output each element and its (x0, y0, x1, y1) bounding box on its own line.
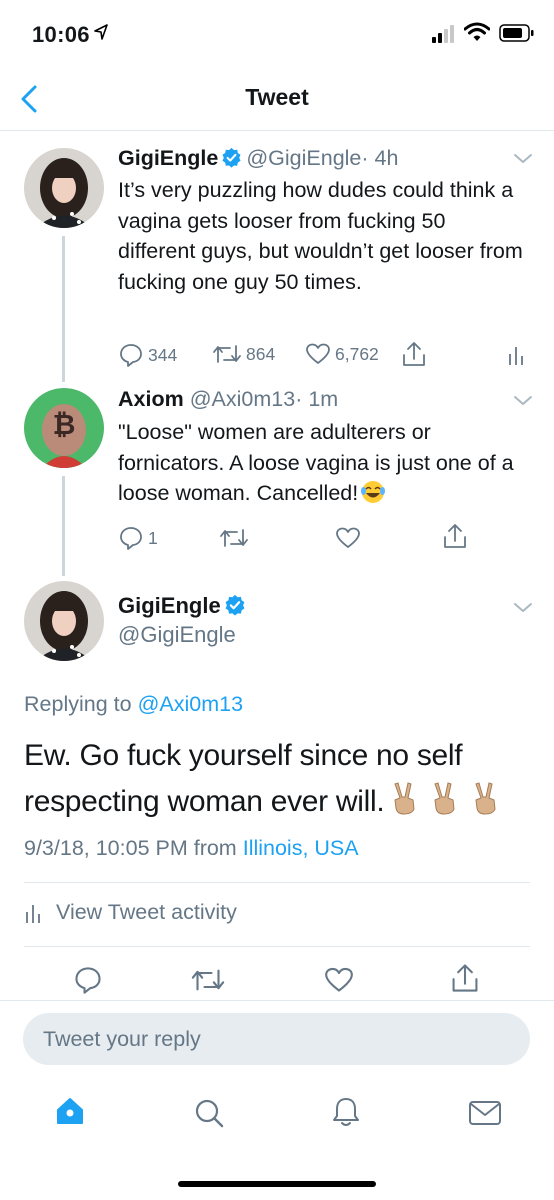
timestamp-text: 9/3/18, 10:05 PM from (24, 836, 237, 860)
notifications-icon[interactable] (331, 1096, 361, 1128)
avatar-photo-icon (24, 581, 104, 661)
retweet-icon[interactable] (219, 526, 249, 550)
verified-badge-icon (225, 594, 245, 616)
home-icon[interactable] (55, 1096, 85, 1126)
location-arrow-icon (94, 24, 108, 40)
nav-divider (0, 130, 554, 131)
wifi-icon (464, 22, 490, 41)
avatar-bitcoin-head-icon: ₿ (24, 388, 104, 468)
divider (24, 882, 530, 883)
tweet-timestamp: 9/3/18, 10:05 PM from Illinois, USA (24, 836, 359, 861)
heart-icon[interactable] (323, 966, 355, 994)
avatar-gigiengle[interactable] (24, 581, 104, 661)
messages-icon[interactable] (468, 1100, 502, 1126)
like-count: 6,762 (335, 343, 379, 364)
reply-count: 1 (148, 527, 158, 548)
main-tweet-text: Ew. Go fuck yourself since no self respe… (24, 733, 534, 825)
tweet-header: GigiEngle @GigiEngle· 4h (118, 146, 398, 171)
victory-hand-emoji-icon (434, 782, 455, 815)
tweet-text: "Loose" women are adulterers or fornicat… (118, 417, 528, 509)
main-author-name: GigiEngle (118, 593, 250, 619)
tears-of-joy-emoji-icon (361, 481, 386, 503)
chevron-down-icon[interactable] (512, 601, 534, 615)
verified-badge-icon (222, 147, 241, 168)
thread-line (62, 476, 65, 576)
reply-button[interactable]: 1 (118, 525, 158, 551)
divider (24, 946, 530, 947)
divider (0, 1000, 554, 1001)
reply-icon (120, 527, 142, 550)
retweet-count: 864 (246, 343, 276, 364)
heart-icon (306, 343, 330, 364)
like-button[interactable]: 6,762 (305, 342, 379, 366)
heart-icon[interactable] (335, 526, 361, 550)
author-name[interactable]: GigiEngle (118, 593, 221, 618)
tweet-header: Axiom @Axi0m13· 1m (118, 387, 338, 412)
status-time: 10:06 (32, 22, 90, 47)
location-link[interactable]: Illinois, USA (243, 836, 359, 860)
retweet-icon[interactable] (190, 966, 226, 994)
reply-placeholder: Tweet your reply (43, 1027, 201, 1051)
thread-line (62, 236, 65, 382)
reply-icon (120, 344, 142, 367)
cellular-signal-icon (432, 25, 454, 43)
retweet-button[interactable]: 864 (212, 342, 275, 366)
tweet-text-content: "Loose" women are adulterers or fornicat… (118, 420, 514, 505)
avatar-photo-icon (24, 148, 104, 228)
replying-handle-link[interactable]: @Axi0m13 (138, 692, 243, 716)
victory-hand-emoji-icon (394, 782, 415, 815)
reply-count: 344 (148, 344, 178, 365)
tweet-reply-input[interactable]: Tweet your reply (23, 1013, 530, 1065)
page-title: Tweet (245, 84, 309, 110)
reply-icon[interactable] (73, 965, 103, 995)
analytics-icon (26, 904, 40, 923)
share-icon[interactable] (450, 962, 480, 994)
avatar-gigiengle[interactable] (24, 148, 104, 228)
view-tweet-activity-button[interactable]: View Tweet activity (24, 900, 237, 925)
reply-button[interactable]: 344 (118, 342, 177, 368)
analytics-icon[interactable] (507, 344, 525, 366)
tweet-time: · 1m (295, 387, 339, 411)
replying-to: Replying to @Axi0m13 (24, 692, 243, 717)
retweet-icon (213, 345, 241, 363)
svg-text:₿: ₿ (53, 408, 76, 441)
tweet-text: It’s very puzzling how dudes could think… (118, 178, 523, 294)
chevron-down-icon[interactable] (512, 394, 534, 408)
chevron-down-icon[interactable] (512, 152, 534, 166)
replying-prefix: Replying to (24, 692, 132, 716)
author-handle[interactable]: @GigiEngle (118, 622, 236, 648)
author-name[interactable]: GigiEngle (118, 146, 218, 170)
view-tweet-activity-label: View Tweet activity (56, 900, 237, 924)
victory-hand-emoji-icon (474, 782, 496, 815)
share-icon[interactable] (442, 522, 468, 550)
search-icon[interactable] (193, 1097, 225, 1129)
avatar-axiom[interactable]: ₿ (24, 388, 104, 468)
home-indicator (178, 1181, 376, 1187)
author-name[interactable]: Axiom (118, 387, 184, 411)
tweet-time: · 4h (361, 146, 399, 170)
share-icon[interactable] (401, 340, 427, 368)
battery-icon (499, 24, 534, 42)
author-handle[interactable]: @GigiEngle (246, 146, 361, 170)
author-handle[interactable]: @Axi0m13 (190, 387, 295, 411)
